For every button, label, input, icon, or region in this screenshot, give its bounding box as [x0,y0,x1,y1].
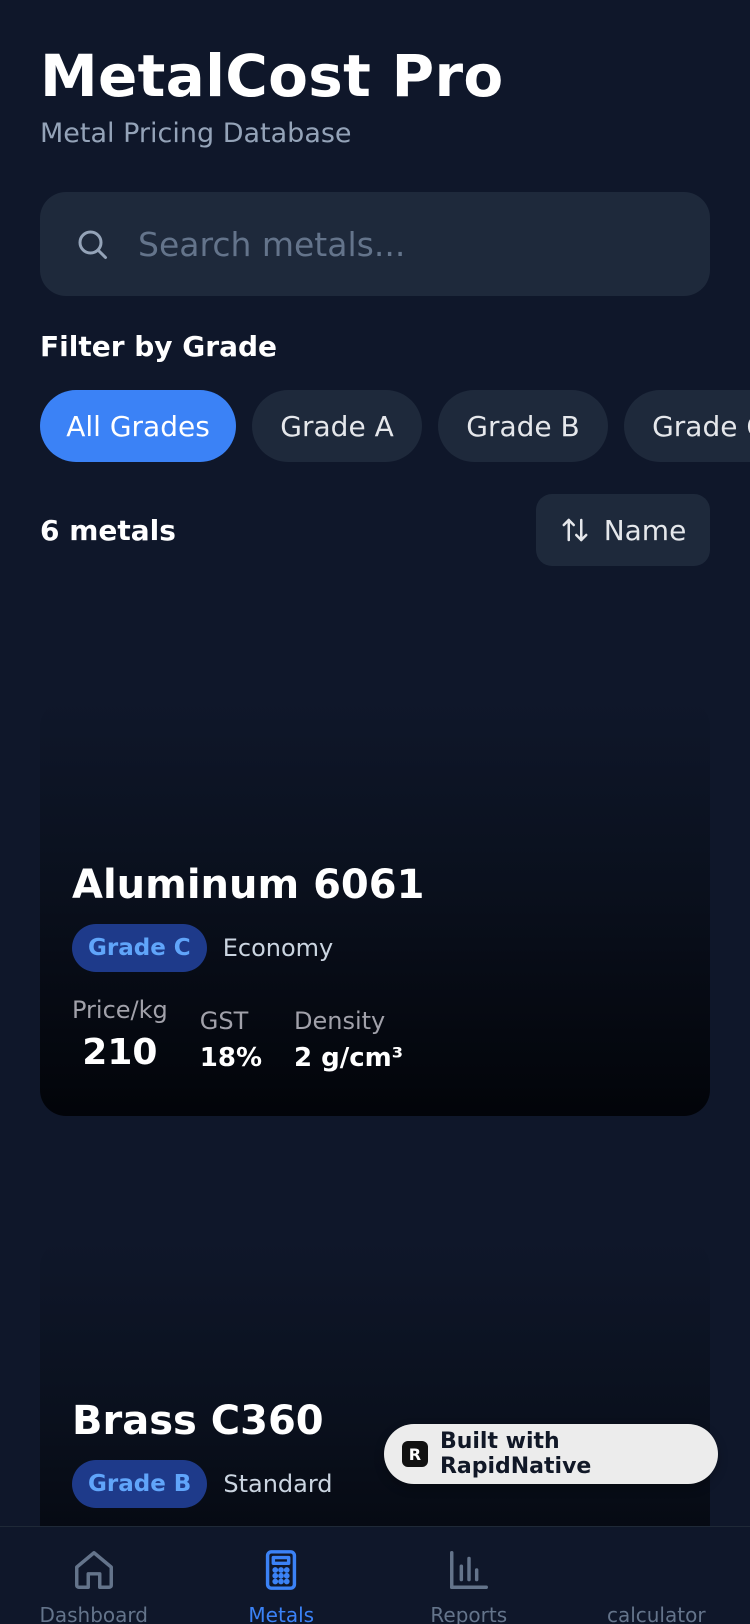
tab-reports[interactable]: Reports [375,1527,563,1624]
gst-stat: GST 18% [200,1007,262,1073]
bottom-tab-bar: Dashboard Metals Reports calculator [0,1526,750,1624]
gst-label: GST [199,1007,249,1035]
tab-dashboard[interactable]: Dashboard [0,1527,188,1624]
home-icon [71,1547,117,1593]
tab-calculator[interactable]: calculator [563,1527,750,1624]
metal-badges: Grade B Standard [72,1460,333,1508]
metal-name: Brass C360 [72,1398,324,1444]
built-with-label: Built with RapidNative [439,1429,592,1479]
price-value: 210 [82,1032,158,1073]
search-input[interactable] [136,223,656,265]
tier-label: Standard [223,1470,333,1498]
chip-all-grades[interactable]: All Grades [40,390,236,462]
built-with-badge[interactable]: R Built with RapidNative [384,1424,718,1484]
page-title: MetalCost Pro [40,42,504,110]
tab-metals[interactable]: Metals [188,1527,376,1624]
chip-grade-a[interactable]: Grade A [252,390,422,462]
grade-badge: Grade B [72,1460,208,1508]
bar-chart-icon [446,1547,492,1593]
density-value: 2 g/cm³ [294,1043,404,1073]
grade-badge: Grade C [72,924,207,972]
results-meta-row: 6 metals Name [40,494,710,566]
tab-label: Metals [248,1603,315,1624]
metal-name: Aluminum 6061 [72,862,425,908]
tier-label: Economy [222,934,334,962]
chip-grade-b[interactable]: Grade B [438,390,608,462]
sort-button[interactable]: Name [536,494,710,566]
sort-label: Name [603,513,687,547]
gst-value: 18% [199,1043,262,1073]
metal-stats: Price/kg 210 GST 18% Density 2 g/cm³ [72,996,403,1073]
filter-label: Filter by Grade [40,330,278,363]
page-subtitle: Metal Pricing Database [40,118,352,149]
density-label: Density [294,1007,386,1035]
price-stat: Price/kg 210 [72,996,168,1073]
calculator-icon [258,1547,304,1593]
chip-grade-c[interactable]: Grade C [624,390,750,462]
tab-label: calculator [606,1603,706,1624]
tab-label: Dashboard [39,1603,148,1624]
grade-filter-chips: All Grades Grade A Grade B Grade C [40,390,750,462]
search-icon [72,224,112,264]
density-stat: Density 2 g/cm³ [294,1007,403,1073]
search-bar[interactable] [40,192,710,296]
rapidnative-logo-icon: R [402,1441,428,1467]
tab-label: Reports [430,1603,508,1624]
results-count: 6 metals [40,513,176,547]
sort-arrows-icon [560,515,590,545]
metal-badges: Grade C Economy [72,924,333,972]
metal-card[interactable]: Aluminum 6061 Grade C Economy Price/kg 2… [40,700,710,1116]
price-label: Price/kg [72,996,168,1024]
app-screen: MetalCost Pro Metal Pricing Database Fil… [0,0,750,1624]
page-header: MetalCost Pro Metal Pricing Database [40,40,710,149]
